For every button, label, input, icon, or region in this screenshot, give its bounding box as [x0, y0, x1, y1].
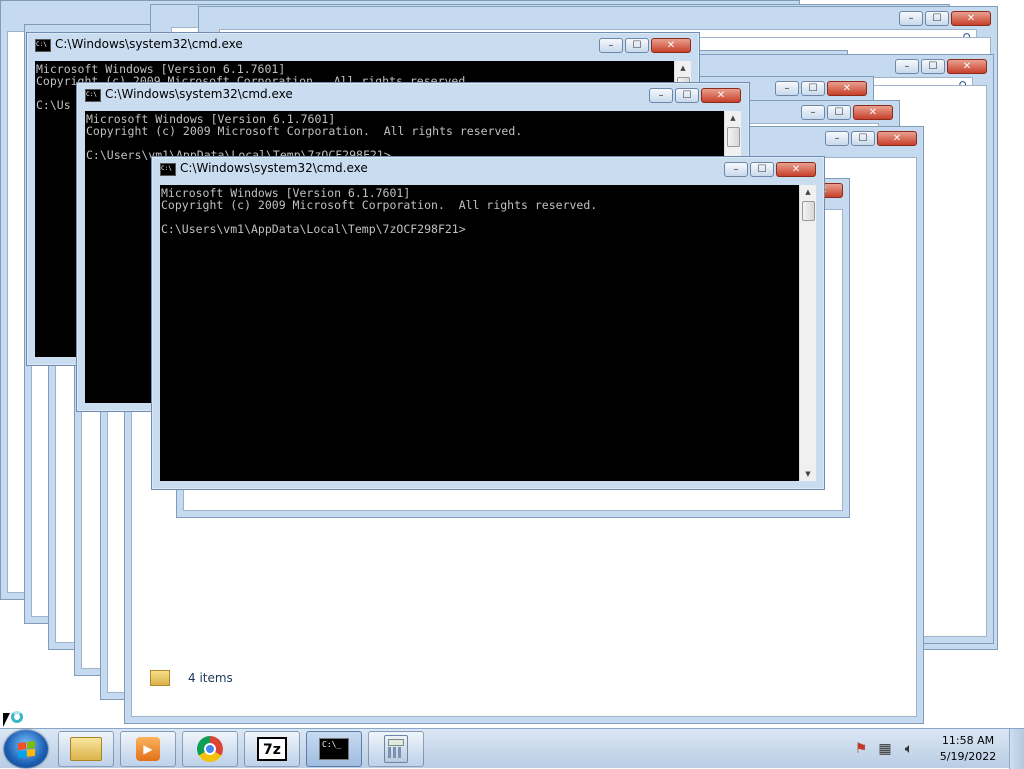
minimize-button[interactable]: –: [599, 38, 623, 53]
desktop: –☐✕ –☐✕ –☐✕ ⚲ –☐✕ ⚲ –☐✕ –☐✕ ⚲ –☐✕ –☐✕ ⚲ …: [0, 0, 1024, 728]
media-player-icon: ▶: [136, 737, 160, 761]
maximize-button[interactable]: ☐: [827, 105, 851, 120]
cmd-icon: C:\_: [319, 738, 349, 760]
7zip-icon: 7z: [257, 737, 287, 761]
explorer-status-bar: 4 items: [150, 670, 233, 686]
close-button[interactable]: ✕: [951, 11, 991, 26]
close-button[interactable]: ✕: [776, 162, 816, 177]
taskbar-chrome-button[interactable]: [182, 731, 238, 767]
minimize-button[interactable]: –: [825, 131, 849, 146]
cmd-window-front[interactable]: C:\ C:\Windows\system32\cmd.exe – ☐ ✕ Micr…: [151, 156, 825, 490]
maximize-button[interactable]: ☐: [925, 11, 949, 26]
action-center-flag-icon[interactable]: ⚑: [852, 740, 870, 758]
title-bar[interactable]: C:\ C:\Windows\system32\cmd.exe – ☐ ✕: [77, 83, 749, 107]
maximize-button[interactable]: ☐: [801, 81, 825, 96]
scroll-thumb[interactable]: [802, 201, 815, 221]
scroll-up-arrow-icon[interactable]: ▲: [675, 61, 691, 75]
close-button[interactable]: ✕: [651, 38, 691, 53]
close-button[interactable]: ✕: [827, 81, 867, 96]
busy-cursor-icon: [11, 711, 23, 723]
minimize-button[interactable]: –: [724, 162, 748, 177]
item-count: 4 items: [188, 671, 233, 685]
close-button[interactable]: ✕: [947, 59, 987, 74]
maximize-button[interactable]: ☐: [851, 131, 875, 146]
close-button[interactable]: ✕: [853, 105, 893, 120]
show-desktop-button[interactable]: [1009, 729, 1024, 769]
maximize-button[interactable]: ☐: [625, 38, 649, 53]
maximize-button[interactable]: ☐: [675, 88, 699, 103]
console-line: Copyright (c) 2009 Microsoft Corporation…: [86, 124, 523, 138]
console-prompt: C:\Users\vm1\AppData\Local\Temp\7zOCF298…: [161, 222, 466, 236]
window-title: C:\Windows\system32\cmd.exe: [180, 161, 368, 175]
chrome-icon: [197, 736, 223, 762]
window-title: C:\Windows\system32\cmd.exe: [105, 87, 293, 101]
cmd-icon: C:\: [35, 39, 51, 52]
taskbar-explorer-button[interactable]: [58, 731, 114, 767]
scroll-down-arrow-icon[interactable]: ▼: [800, 467, 816, 481]
windows-logo-icon: [17, 740, 35, 758]
title-bar[interactable]: C:\ C:\Windows\system32\cmd.exe – ☐ ✕: [152, 157, 824, 181]
minimize-button[interactable]: –: [899, 11, 923, 26]
vertical-scrollbar[interactable]: ▲ ▼: [799, 185, 816, 481]
close-button[interactable]: ✕: [877, 131, 917, 146]
taskbar-cmd-button[interactable]: C:\_: [306, 731, 362, 767]
cmd-icon: C:\: [160, 163, 176, 176]
scroll-up-arrow-icon[interactable]: ▲: [725, 111, 741, 125]
taskbar-7zip-button[interactable]: 7z: [244, 731, 300, 767]
title-bar[interactable]: C:\ C:\Windows\system32\cmd.exe – ☐ ✕: [27, 33, 699, 57]
console-line: Copyright (c) 2009 Microsoft Corporation…: [161, 198, 598, 212]
maximize-button[interactable]: ☐: [750, 162, 774, 177]
cmd-icon: C:\: [85, 89, 101, 102]
window-title: C:\Windows\system32\cmd.exe: [55, 37, 243, 51]
console-output[interactable]: Microsoft Windows [Version 6.1.7601] Copy…: [160, 185, 800, 481]
minimize-button[interactable]: –: [775, 81, 799, 96]
clock-time: 11:58 AM: [941, 734, 995, 747]
network-icon[interactable]: ▦: [876, 740, 894, 758]
close-button[interactable]: ✕: [701, 88, 741, 103]
minimize-button[interactable]: –: [801, 105, 825, 120]
scroll-thumb[interactable]: [727, 127, 740, 147]
clock[interactable]: 11:58 AM 5/19/2022: [927, 733, 1009, 765]
system-tray: ⚑ ▦ 🔈︎ 11:58 AM 5/19/2022: [849, 729, 1024, 769]
mouse-pointer-icon: [3, 713, 10, 727]
maximize-button[interactable]: ☐: [921, 59, 945, 74]
calculator-icon: [384, 735, 408, 763]
minimize-button[interactable]: –: [895, 59, 919, 74]
folder-icon: [70, 737, 102, 761]
volume-icon[interactable]: 🔈︎: [900, 740, 918, 758]
clock-date: 5/19/2022: [939, 750, 997, 763]
start-button[interactable]: [4, 730, 48, 768]
taskbar-media-player-button[interactable]: ▶: [120, 731, 176, 767]
taskbar: ▶ 7z C:\_ ⚑ ▦ 🔈︎ 11:58 AM 5/19/2022: [0, 728, 1024, 769]
taskbar-calculator-button[interactable]: [368, 731, 424, 767]
scroll-up-arrow-icon[interactable]: ▲: [800, 185, 816, 199]
minimize-button[interactable]: –: [649, 88, 673, 103]
folder-icon: [150, 670, 170, 686]
